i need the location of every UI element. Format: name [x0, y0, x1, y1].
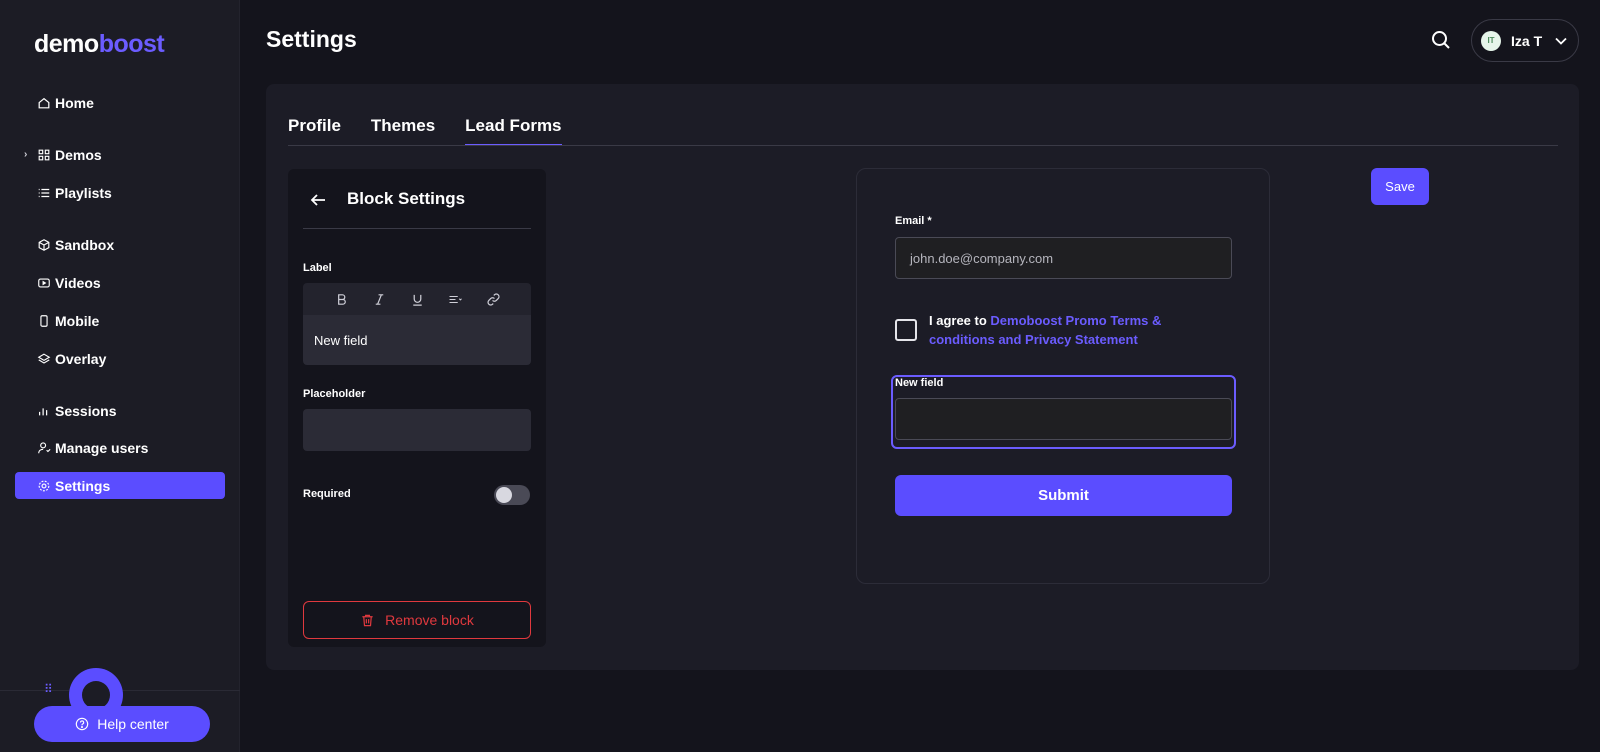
block-settings-panel: Block Settings Label New field Placehold… — [288, 169, 546, 647]
logo-text-boost: boost — [98, 30, 165, 58]
user-name: Iza T — [1511, 32, 1543, 49]
list-icon — [38, 188, 50, 197]
mobile-icon — [40, 314, 48, 327]
submit-button[interactable]: Submit — [895, 475, 1232, 516]
block-settings-header: Block Settings — [303, 189, 531, 229]
sidebar-item-label: Overlay — [55, 350, 107, 367]
tab-profile[interactable]: Profile — [288, 116, 341, 146]
remove-block-label: Remove block — [385, 612, 474, 628]
email-label: Email * — [895, 215, 932, 227]
sidebar-item-settings[interactable]: Settings — [15, 472, 225, 499]
sidebar-item-manage-users[interactable]: Manage users — [15, 434, 225, 461]
sidebar-item-label: Sessions — [55, 402, 117, 419]
sidebar-item-label: Mobile — [55, 312, 100, 329]
block-settings-title: Block Settings — [347, 189, 466, 208]
link-icon[interactable] — [474, 292, 512, 307]
new-field-label: New field — [895, 377, 944, 389]
sidebar-item-label: Demos — [55, 146, 102, 163]
sidebar-item-label: Videos — [55, 274, 101, 291]
chevron-down-icon — [1555, 37, 1567, 45]
label-heading: Label — [303, 262, 332, 274]
italic-icon[interactable] — [360, 292, 398, 307]
video-icon — [38, 277, 50, 288]
trash-icon — [362, 614, 373, 626]
rich-text-toolbar — [303, 283, 531, 315]
sidebar-item-label: Playlists — [55, 184, 112, 201]
underline-icon[interactable] — [398, 292, 436, 307]
lead-form-preview: Email * john.doe@company.com I agree to … — [856, 168, 1270, 584]
sidebar-item-videos[interactable]: Videos — [15, 269, 225, 296]
sidebar-item-label: Manage users — [55, 439, 149, 456]
sidebar-item-playlists[interactable]: Playlists — [15, 179, 225, 206]
cube-icon — [38, 238, 50, 251]
drag-handle-icon[interactable]: ⠿ — [44, 683, 56, 695]
logo-text-demo: demo — [34, 30, 99, 58]
sidebar-item-label: Home — [55, 94, 94, 111]
new-field-input[interactable] — [895, 398, 1232, 440]
layers-icon — [37, 353, 51, 364]
sidebar-item-overlay[interactable]: Overlay — [15, 345, 225, 372]
sidebar-item-sessions[interactable]: Sessions — [15, 397, 225, 424]
chevron-right-icon[interactable]: › — [24, 149, 27, 160]
grid-icon — [38, 149, 50, 160]
sidebar-item-home[interactable]: Home — [15, 89, 225, 116]
tabs-divider — [288, 145, 1558, 146]
terms-prefix: I agree to — [929, 313, 991, 328]
sidebar-item-label: Settings — [55, 477, 111, 494]
page-title: Settings — [266, 26, 357, 52]
remove-block-button[interactable]: Remove block — [303, 601, 531, 639]
arrow-left-icon[interactable] — [309, 191, 327, 209]
sidebar-item-demos[interactable]: › Demos — [15, 141, 225, 168]
tab-lead-forms[interactable]: Lead Forms — [465, 116, 562, 146]
home-icon — [38, 97, 50, 108]
required-label: Required — [303, 488, 351, 500]
help-center-label: Help center — [97, 716, 169, 732]
avatar: IT — [1481, 30, 1501, 51]
gear-icon — [38, 480, 50, 491]
user-icon — [38, 441, 51, 453]
sidebar: demoboost Home › Demos Playlists Sandbox… — [0, 0, 240, 752]
bar-chart-icon — [39, 407, 48, 415]
required-toggle[interactable] — [494, 485, 530, 505]
terms-text: I agree to Demoboost Promo Terms & condi… — [929, 311, 1189, 349]
question-circle-icon — [75, 717, 89, 731]
sidebar-item-sandbox[interactable]: Sandbox — [15, 231, 225, 258]
tab-themes[interactable]: Themes — [371, 116, 435, 146]
label-editor[interactable]: New field — [303, 315, 531, 365]
help-center-button[interactable]: Help center — [34, 706, 210, 742]
user-menu-button[interactable]: IT Iza T — [1471, 19, 1579, 62]
sidebar-item-mobile[interactable]: Mobile — [15, 307, 225, 334]
save-button[interactable]: Save — [1371, 168, 1429, 205]
placeholder-heading: Placeholder — [303, 388, 366, 400]
settings-panel: Profile Themes Lead Forms Block Settings… — [266, 84, 1579, 670]
logo[interactable]: demoboost — [34, 30, 165, 59]
tab-bar: Profile Themes Lead Forms — [288, 116, 592, 146]
search-icon[interactable] — [1431, 30, 1451, 50]
bold-icon[interactable] — [322, 292, 360, 307]
terms-checkbox[interactable] — [895, 319, 917, 341]
email-field[interactable]: john.doe@company.com — [895, 237, 1232, 279]
sidebar-item-label: Sandbox — [55, 236, 115, 253]
align-dropdown-icon[interactable] — [436, 292, 474, 307]
placeholder-input[interactable] — [303, 409, 531, 451]
